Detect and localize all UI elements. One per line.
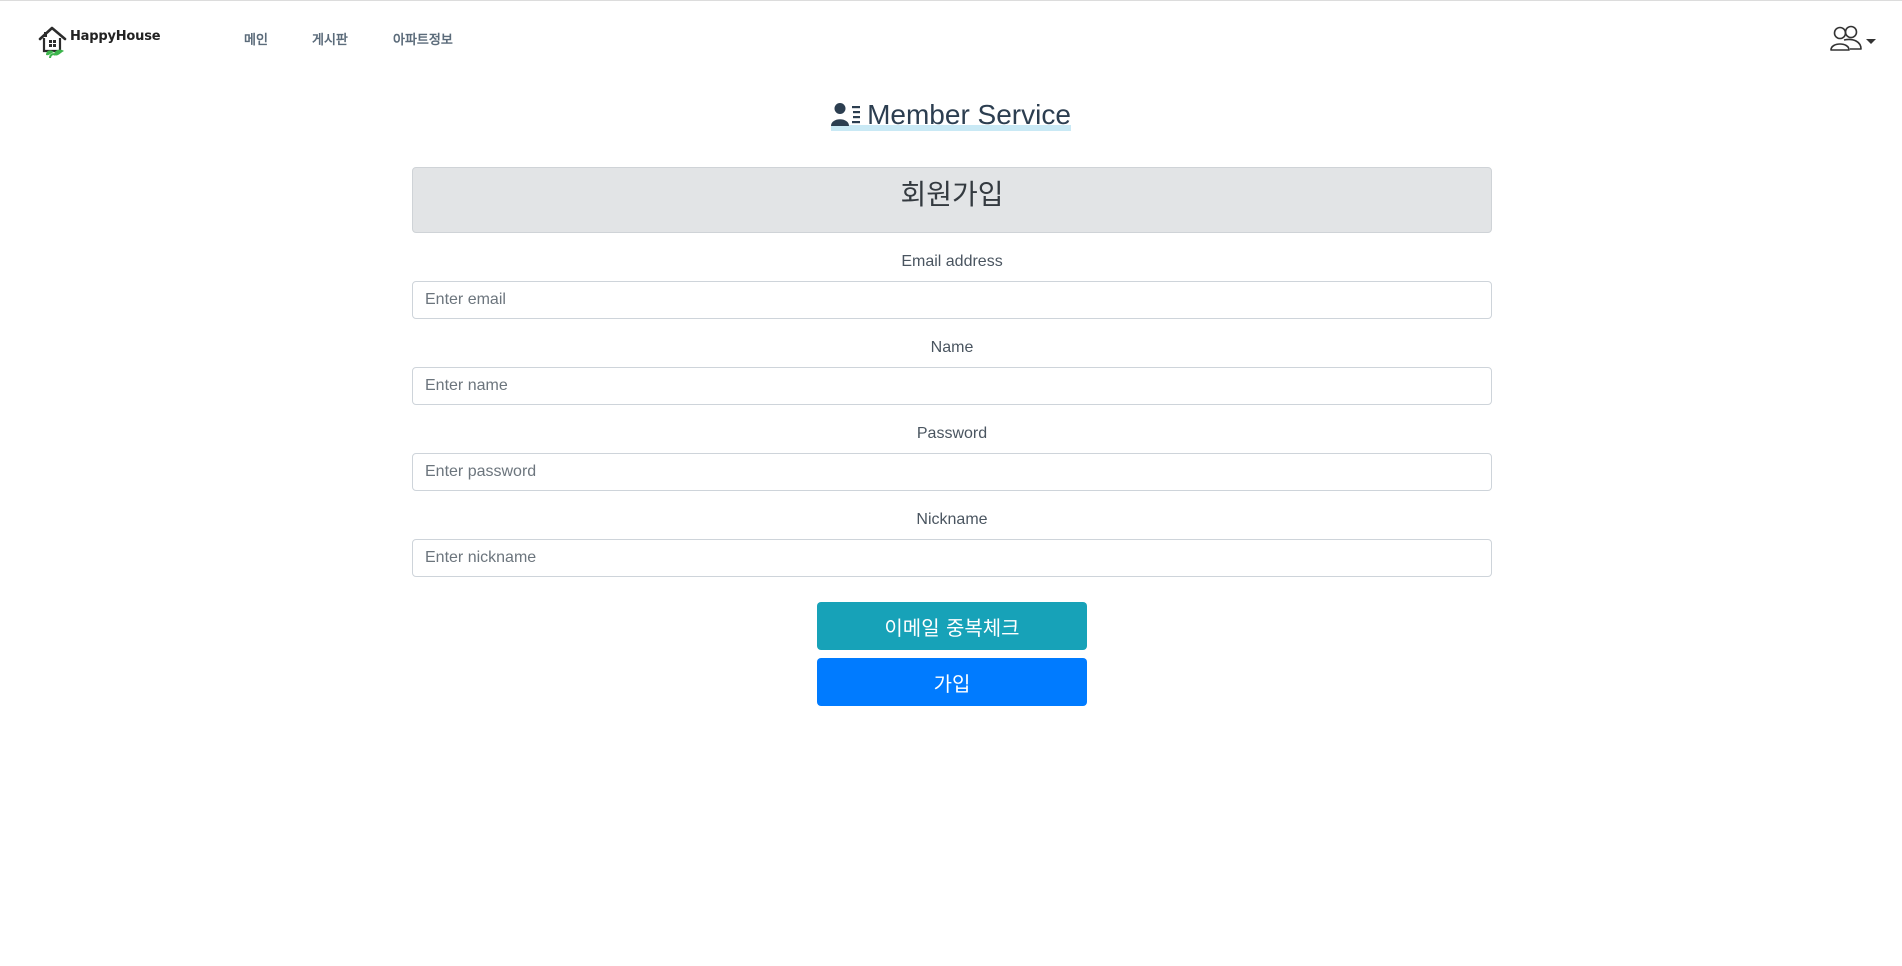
nav-item-apartment-info[interactable]: 아파트정보	[393, 29, 453, 48]
house-logo-icon	[38, 26, 67, 59]
name-input[interactable]	[412, 367, 1492, 405]
brand-name: HappyHouse	[70, 29, 161, 44]
name-field-group: Name	[412, 337, 1492, 405]
form-actions: 이메일 중복체크 가입	[817, 602, 1087, 706]
chevron-down-icon	[1866, 38, 1876, 44]
brand-logo-link[interactable]: HappyHouse	[38, 25, 161, 65]
nickname-label: Nickname	[916, 511, 988, 528]
password-input[interactable]	[412, 453, 1492, 491]
signup-heading: 회원가입	[412, 167, 1492, 233]
nav-item-board[interactable]: 게시판	[312, 29, 348, 48]
member-service-icon	[831, 103, 861, 126]
email-input[interactable]	[412, 281, 1492, 319]
email-duplicate-check-button[interactable]: 이메일 중복체크	[817, 602, 1087, 650]
signup-form: 회원가입 Email address Name Password Nicknam…	[412, 167, 1492, 577]
users-icon	[1830, 25, 1862, 51]
nickname-field-group: Nickname	[412, 509, 1492, 577]
user-menu-dropdown[interactable]	[1830, 25, 1876, 53]
email-field-group: Email address	[412, 251, 1492, 319]
email-label: Email address	[901, 253, 1003, 270]
page-header: Member Service	[0, 99, 1902, 133]
signup-submit-button[interactable]: 가입	[817, 658, 1087, 706]
password-field-group: Password	[412, 423, 1492, 491]
password-label: Password	[916, 425, 988, 442]
page-title: Member Service	[867, 99, 1071, 130]
nickname-input[interactable]	[412, 539, 1492, 577]
nav-item-main[interactable]: 메인	[244, 29, 268, 48]
navbar: HappyHouse 메인 게시판 아파트정보	[0, 1, 1902, 77]
name-label: Name	[930, 339, 974, 356]
